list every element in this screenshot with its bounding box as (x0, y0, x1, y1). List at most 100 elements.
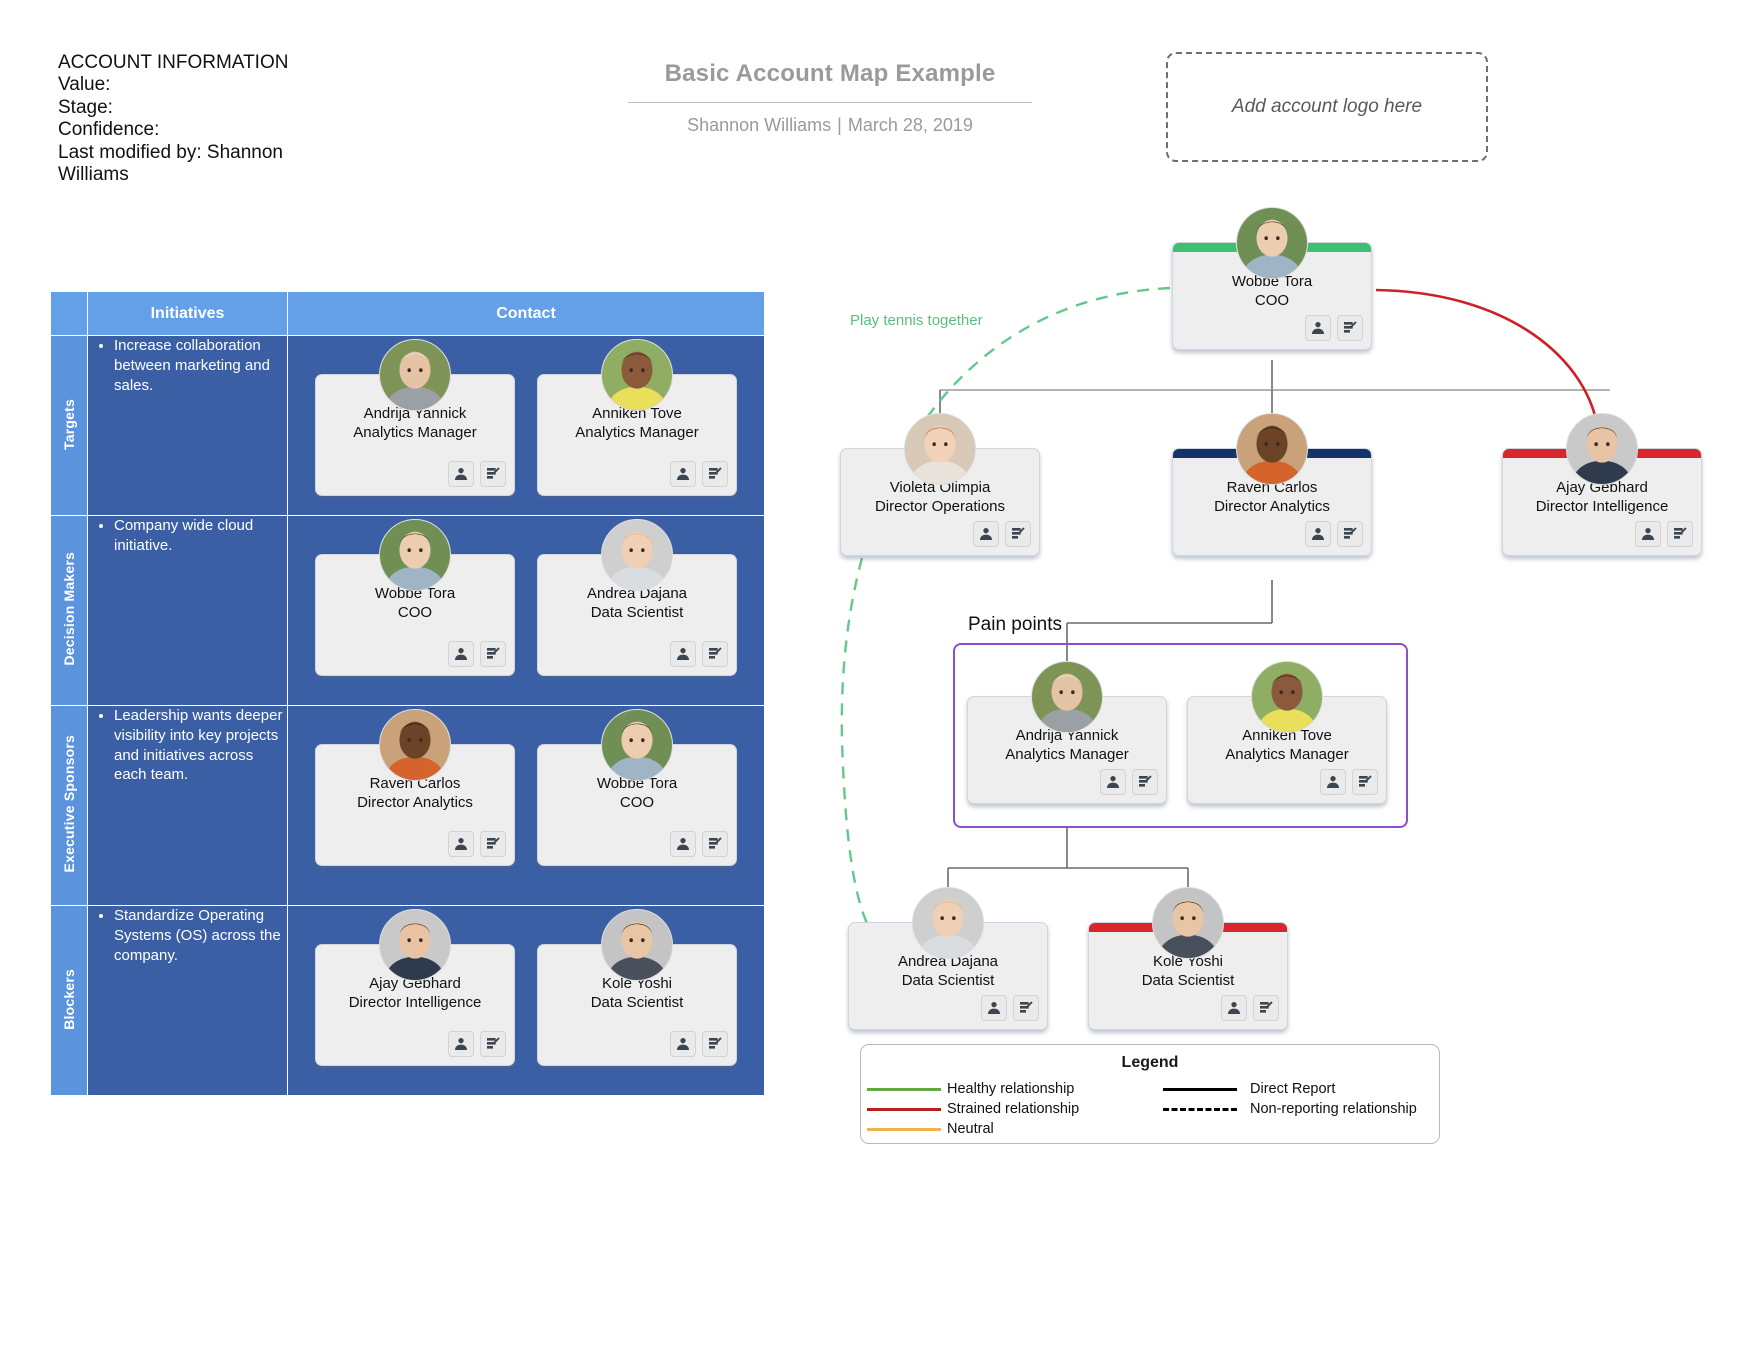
person-role: Data Scientist (901, 971, 995, 989)
person-icon[interactable] (448, 831, 474, 857)
org-node-andrea[interactable]: Andrea Dajana Data Scientist (848, 887, 1048, 1030)
legend-title: Legend (1121, 1054, 1179, 1071)
person-card[interactable]: Andrea Dajana Data Scientist (537, 519, 737, 676)
avatar-photo (913, 888, 983, 958)
person-icon[interactable] (670, 461, 696, 487)
note-edit-icon[interactable] (702, 1031, 728, 1057)
person-icon[interactable] (670, 641, 696, 667)
person-icon[interactable] (1221, 995, 1247, 1021)
card-actions (670, 1031, 728, 1057)
card-actions (981, 995, 1039, 1021)
person-icon[interactable] (670, 831, 696, 857)
person-card[interactable]: Wobbe Tora COO (315, 519, 515, 676)
person-icon[interactable] (1100, 769, 1126, 795)
account-logo-dropzone[interactable]: Add account logo here (1166, 52, 1488, 162)
note-edit-icon[interactable] (1132, 769, 1158, 795)
person-card[interactable]: Raven Carlos Director Analytics (1172, 413, 1372, 556)
person-icon[interactable] (973, 521, 999, 547)
person-icon[interactable] (1635, 521, 1661, 547)
note-edit-icon[interactable] (1337, 315, 1363, 341)
legend-item: Neutral (861, 1119, 1150, 1139)
org-node-kole[interactable]: Kole Yoshi Data Scientist (1088, 887, 1288, 1030)
person-role: Data Scientist (590, 993, 684, 1011)
person-icon[interactable] (1305, 521, 1331, 547)
org-node-andrija[interactable]: Andrija Yannick Analytics Manager (967, 661, 1167, 804)
card-actions (1305, 315, 1363, 341)
person-icon[interactable] (448, 641, 474, 667)
person-card[interactable]: Violeta Olimpia Director Operations (840, 413, 1040, 556)
matrix-initiatives-cell: Leadership wants deeper visibility into … (87, 705, 288, 906)
legend-item: Non-reporting relationship (1150, 1099, 1439, 1119)
legend-label: Healthy relationship (947, 1081, 1075, 1097)
byline-author: Shannon Williams (687, 115, 832, 135)
person-icon[interactable] (1305, 315, 1331, 341)
person-card[interactable]: Andrea Dajana Data Scientist (848, 887, 1048, 1030)
person-icon[interactable] (1320, 769, 1346, 795)
person-card[interactable]: Anniken Tove Analytics Manager (537, 339, 737, 496)
avatar-photo (380, 710, 450, 780)
note-edit-icon[interactable] (480, 831, 506, 857)
legend-swatch (1150, 1087, 1250, 1091)
org-node-anniken[interactable]: Anniken Tove Analytics Manager (1187, 661, 1387, 804)
card-actions (448, 1031, 506, 1057)
card-actions (448, 831, 506, 857)
person-card[interactable]: Kole Yoshi Data Scientist (537, 909, 737, 1066)
person-card[interactable]: Wobbe Tora COO (1172, 207, 1372, 350)
person-card[interactable]: Anniken Tove Analytics Manager (1187, 661, 1387, 804)
person-card[interactable]: Kole Yoshi Data Scientist (1088, 887, 1288, 1030)
person-icon[interactable] (981, 995, 1007, 1021)
person-card[interactable]: Raven Carlos Director Analytics (315, 709, 515, 866)
note-edit-icon[interactable] (1352, 769, 1378, 795)
org-node-ajay[interactable]: Ajay Gebhard Director Intelligence (1502, 413, 1702, 556)
legend-label: Neutral (947, 1121, 994, 1137)
initiative-item: Leadership wants deeper visibility into … (114, 706, 287, 785)
note-edit-icon[interactable] (480, 461, 506, 487)
account-info-value: Value: (58, 74, 111, 96)
note-edit-icon[interactable] (1005, 521, 1031, 547)
person-role: Director Intelligence (348, 993, 482, 1011)
avatar-photo (1237, 208, 1307, 278)
legend-label: Non-reporting relationship (1250, 1101, 1417, 1117)
person-icon[interactable] (670, 1031, 696, 1057)
person-icon[interactable] (448, 461, 474, 487)
person-card[interactable]: Andrija Yannick Analytics Manager (315, 339, 515, 496)
pain-points-label: Pain points (968, 614, 1063, 635)
title-divider (628, 102, 1032, 103)
note-edit-icon[interactable] (1013, 995, 1039, 1021)
tennis-relationship-label: Play tennis together (850, 312, 983, 329)
avatar (1236, 207, 1308, 279)
person-card[interactable]: Wobbe Tora COO (537, 709, 737, 866)
account-info-confidence: Confidence: (58, 119, 160, 141)
avatar (1152, 887, 1224, 959)
org-node-violeta[interactable]: Violeta Olimpia Director Operations (840, 413, 1040, 556)
avatar (1566, 413, 1638, 485)
note-edit-icon[interactable] (1667, 521, 1693, 547)
note-edit-icon[interactable] (480, 641, 506, 667)
note-edit-icon[interactable] (1337, 521, 1363, 547)
person-role: Director Operations (874, 497, 1006, 515)
org-node-raven[interactable]: Raven Carlos Director Analytics (1172, 413, 1372, 556)
matrix-row: Targets Increase collaboration between ma… (50, 335, 765, 516)
person-card[interactable]: Ajay Gebhard Director Intelligence (315, 909, 515, 1066)
note-edit-icon[interactable] (702, 461, 728, 487)
title-block: Basic Account Map Example Shannon Willia… (620, 60, 1040, 136)
avatar-photo (602, 520, 672, 590)
note-edit-icon[interactable] (702, 831, 728, 857)
org-node-wobbe[interactable]: Wobbe Tora COO (1172, 207, 1372, 350)
person-card[interactable]: Andrija Yannick Analytics Manager (967, 661, 1167, 804)
note-edit-icon[interactable] (1253, 995, 1279, 1021)
card-actions (1100, 769, 1158, 795)
note-edit-icon[interactable] (702, 641, 728, 667)
avatar-photo (602, 910, 672, 980)
note-edit-icon[interactable] (480, 1031, 506, 1057)
person-card[interactable]: Ajay Gebhard Director Intelligence (1502, 413, 1702, 556)
person-role: Analytics Manager (1005, 745, 1129, 763)
org-chart: Play tennis together Pain points Wobbe T… (820, 180, 1720, 1180)
avatar-photo (380, 520, 450, 590)
legend-item: Direct Report (1150, 1079, 1439, 1099)
card-actions (670, 461, 728, 487)
legend-column-relationships: Healthy relationship Strained relationshi… (861, 1079, 1150, 1139)
matrix-row: Executive Sponsors Leadership wants deepe… (50, 705, 765, 906)
person-icon[interactable] (448, 1031, 474, 1057)
matrix-contacts-cell: Raven Carlos Director Analytics Wobbe Tora… (287, 705, 765, 906)
